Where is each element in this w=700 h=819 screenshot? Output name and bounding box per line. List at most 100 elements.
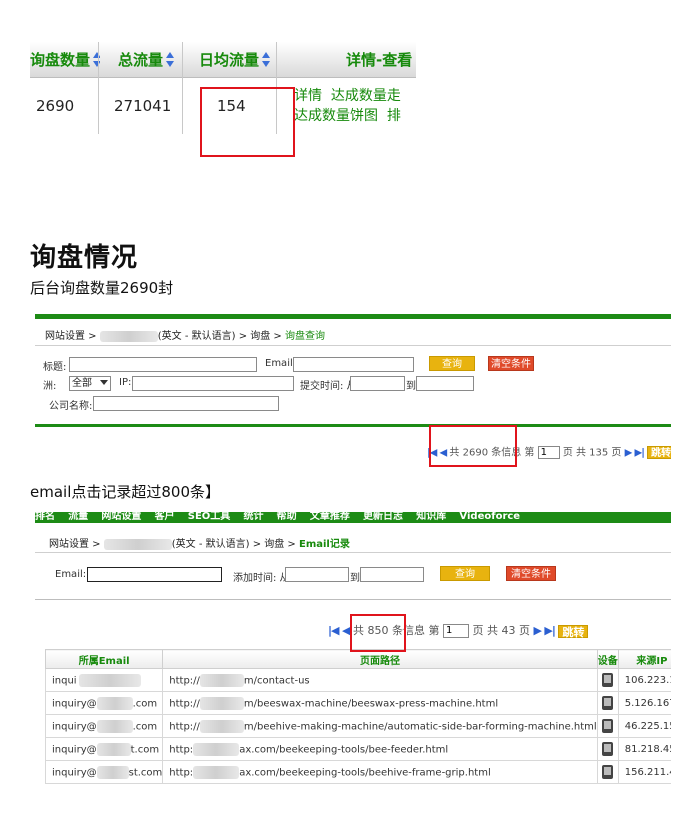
first-page-icon[interactable]: |◀ <box>328 624 340 637</box>
page-number-input[interactable]: 1 <box>442 624 469 638</box>
detail-links: 详情 达成数量走 达成数量饼图 排 <box>294 86 401 126</box>
breadcrumb-current: Email记录 <box>299 539 350 550</box>
search-button[interactable]: 查询 <box>429 356 475 371</box>
detail-link[interactable]: 详情 <box>294 88 322 104</box>
highlight-box <box>350 614 406 652</box>
desktop-device-icon <box>602 719 614 733</box>
ip-cell: 81.218.45.2 <box>617 737 671 761</box>
next-page-icon[interactable]: ▶ <box>533 624 542 637</box>
top-nav-bar: 排名 流量 网站设置 客户 SEO工具 统计 帮助 文章推荐 更新日志 知识库 … <box>35 512 671 523</box>
desktop-device-icon <box>602 696 614 710</box>
stats-header-inquiries[interactable]: 询盘数量 <box>30 42 100 78</box>
divider <box>35 345 671 346</box>
column-header: 所属Email <box>44 649 164 669</box>
submit-time-from-input[interactable] <box>350 376 405 391</box>
redacted-email <box>96 742 131 756</box>
email-caption: email点击记录超过800条】 <box>30 483 220 501</box>
email-label: Email: <box>265 358 297 369</box>
achieved-count-pie-link[interactable]: 达成数量饼图 <box>294 108 378 124</box>
inquiry-count: 2690 <box>36 97 75 115</box>
stats-header-total-traffic[interactable]: 总流量 <box>118 42 208 78</box>
submit-time-to-input[interactable] <box>416 376 474 391</box>
ip-input[interactable] <box>132 376 294 391</box>
clear-conditions-button[interactable]: 清空条件 <box>506 566 556 581</box>
jump-button[interactable]: 跳转 <box>647 446 671 459</box>
email-label: Email: <box>55 569 87 580</box>
page-number-input[interactable]: 1 <box>537 446 560 459</box>
submit-time-label: 提交时间: 从 <box>300 381 357 392</box>
prev-page-icon[interactable]: ◀ <box>342 624 351 637</box>
table-row: inqui http://m/contact-us 106.223.18 <box>44 668 671 692</box>
email-input[interactable] <box>293 357 414 372</box>
add-time-to-input[interactable] <box>360 567 424 582</box>
redacted-email <box>96 696 133 710</box>
table-row: inquiry@ .com http://m/beeswax-machine/be… <box>44 691 671 715</box>
nav-statistics[interactable]: 统计 <box>243 512 263 522</box>
to-label: 到 <box>350 573 360 584</box>
email-input[interactable] <box>87 567 222 582</box>
sort-icon[interactable] <box>262 52 271 67</box>
stats-header-daily-traffic[interactable]: 日均流量 <box>199 42 299 78</box>
table-header-row: 所属Email 页面路径 设备 来源IP <box>44 649 671 669</box>
page-count: 页 共 135 页 <box>562 447 622 459</box>
desktop-device-icon <box>602 765 614 779</box>
nav-changelog[interactable]: 更新日志 <box>363 512 403 522</box>
sort-icon[interactable] <box>166 52 175 67</box>
add-time-from-input[interactable] <box>285 567 349 582</box>
device-cell <box>596 714 619 738</box>
redacted-site-name <box>103 538 172 550</box>
ip-cell: 156.211.48. <box>617 760 671 784</box>
achieved-count-trend-link[interactable]: 达成数量走 <box>331 88 401 104</box>
divider <box>182 42 183 134</box>
device-cell <box>596 760 619 784</box>
nav-knowledge-base[interactable]: 知识库 <box>416 512 446 522</box>
jump-button[interactable]: 跳转 <box>558 624 589 639</box>
nav-ranking[interactable]: 排名 <box>35 512 55 522</box>
clear-conditions-button[interactable]: 清空条件 <box>488 356 534 371</box>
email-cell: inquiry@ .com <box>44 691 164 715</box>
column-header: 页面路径 <box>162 649 598 669</box>
breadcrumb-current: 询盘查询 <box>285 331 325 342</box>
highlight-box <box>200 87 295 157</box>
desktop-device-icon <box>602 673 614 687</box>
nav-article-recommend[interactable]: 文章推荐 <box>310 512 350 522</box>
section-subheading: 后台询盘数量2690封 <box>30 279 174 297</box>
total-traffic: 271041 <box>114 97 172 115</box>
divider <box>98 42 99 134</box>
last-page-icon[interactable]: ▶| <box>635 448 645 459</box>
email-cell: inqui <box>44 668 164 692</box>
nav-customers[interactable]: 客户 <box>155 512 175 522</box>
nav-site-settings[interactable]: 网站设置 <box>101 512 141 522</box>
email-cell: inquiry@ .com <box>44 714 164 738</box>
redacted-email <box>96 719 133 733</box>
nav-seo-tools[interactable]: SEO工具 <box>188 512 231 522</box>
stats-header-detail: 详情-查看 <box>346 51 413 69</box>
redacted-email <box>78 673 141 687</box>
last-page-icon[interactable]: ▶| <box>544 624 556 637</box>
nav-videoforce[interactable]: Videoforce <box>459 512 520 522</box>
company-input[interactable] <box>93 396 279 411</box>
email-cell: inquiry@ t.com <box>44 737 164 761</box>
ip-cell: 106.223.18 <box>617 668 671 692</box>
nav-help[interactable]: 帮助 <box>277 512 297 522</box>
divider <box>35 424 671 427</box>
next-page-icon[interactable]: ▶ <box>625 448 633 459</box>
email-cell: inquiry@ st.com <box>44 760 164 784</box>
redacted-email <box>96 765 129 779</box>
ip-cell: 46.225.153. <box>617 714 671 738</box>
desktop-device-icon <box>602 742 614 756</box>
chevron-down-icon <box>100 380 108 385</box>
email-records-panel: 排名 流量 网站设置 客户 SEO工具 统计 帮助 文章推荐 更新日志 知识库 … <box>35 512 671 794</box>
breadcrumb: 网站设置 > (英文 - 默认语言) > 询盘 > Email记录 <box>49 538 350 550</box>
highlight-box <box>429 425 517 467</box>
device-cell <box>596 691 619 715</box>
nav-traffic[interactable]: 流量 <box>68 512 88 522</box>
table-row: inquiry@ .com http://m/beehive-making-mac… <box>44 714 671 738</box>
ranking-link[interactable]: 排 <box>387 108 401 124</box>
continent-select[interactable]: 全部 <box>69 376 111 391</box>
search-button[interactable]: 查询 <box>440 566 490 581</box>
email-records-table: 所属Email 页面路径 设备 来源IP inqui http://m/cont… <box>44 649 671 784</box>
inquiry-search-panel: 网站设置 > (英文 - 默认语言) > 询盘 > 询盘查询 标题: Email… <box>35 314 671 470</box>
path-cell: http://m/contact-us <box>162 668 598 692</box>
title-input[interactable] <box>69 357 257 372</box>
